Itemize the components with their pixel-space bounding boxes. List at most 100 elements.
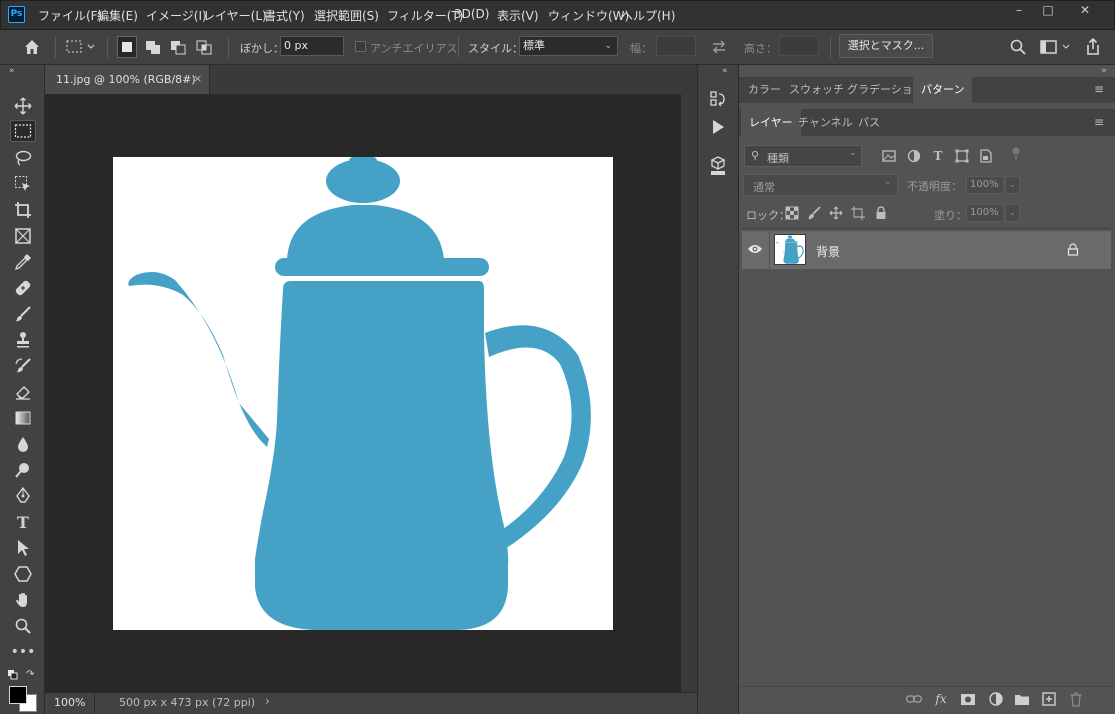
brush-tool-icon[interactable] (10, 303, 36, 325)
menu-view[interactable]: 表示(V) (497, 7, 539, 24)
new-selection-button[interactable] (117, 36, 137, 58)
menu-edit[interactable]: 編集(E) (97, 7, 138, 24)
eraser-tool-icon[interactable] (10, 381, 36, 403)
new-layer-icon[interactable] (1040, 690, 1058, 708)
lock-artboard-icon[interactable] (851, 206, 865, 220)
workspace-icon[interactable] (1039, 38, 1073, 56)
move-tool-icon[interactable] (10, 95, 36, 117)
document-tab[interactable]: 11.jpg @ 100% (RGB/8#) × (45, 65, 210, 94)
default-colors-icon[interactable] (8, 670, 18, 680)
close-icon[interactable]: ✕ (1072, 3, 1098, 19)
blend-mode-select[interactable]: 通常 ⌄ (743, 174, 898, 196)
actions-play-icon[interactable] (708, 117, 728, 137)
tab-patterns[interactable]: パターン (913, 77, 973, 103)
menu-layer[interactable]: レイヤー(L) (203, 7, 267, 24)
collapse-dock-icon[interactable]: « (722, 66, 728, 76)
fx-icon[interactable]: fx (932, 690, 950, 708)
add-mask-icon[interactable] (959, 690, 977, 708)
path-selection-tool-icon[interactable] (10, 537, 36, 559)
style-select[interactable]: 標準 ⌄ (519, 36, 618, 56)
object-selection-tool-icon[interactable] (10, 173, 36, 195)
menu-3d[interactable]: 3D(D) (454, 7, 489, 21)
clone-stamp-tool-icon[interactable] (10, 329, 36, 351)
fill-input[interactable]: 100% (966, 204, 1004, 222)
height-input[interactable] (779, 36, 819, 56)
filter-pixel-icon[interactable] (881, 148, 897, 164)
filter-adjustment-icon[interactable] (906, 148, 922, 164)
subtract-selection-button[interactable] (168, 36, 188, 58)
properties-3d-icon[interactable] (708, 155, 728, 177)
fill-dropdown-icon[interactable]: ⌄ (1005, 204, 1020, 222)
blend-mode-value: 通常 (753, 181, 775, 194)
pen-tool-icon[interactable] (10, 485, 36, 507)
menu-image[interactable]: イメージ(I) (146, 7, 207, 24)
blur-tool-icon[interactable] (10, 433, 36, 455)
menu-help[interactable]: ヘルプ(H) (621, 7, 675, 24)
antialias-checkbox[interactable] (355, 41, 366, 52)
menu-filter[interactable]: フィルター(T) (387, 7, 463, 24)
vertical-scrollbar[interactable] (681, 94, 697, 692)
close-tab-icon[interactable]: × (193, 72, 202, 85)
link-layers-icon[interactable] (905, 690, 923, 708)
swap-dimensions-icon[interactable] (710, 38, 728, 56)
separator (458, 36, 459, 58)
type-tool-icon[interactable]: T (10, 511, 36, 533)
eyedropper-tool-icon[interactable] (10, 251, 36, 273)
menu-file[interactable]: ファイル(F) (38, 7, 102, 24)
shape-tool-icon[interactable] (10, 563, 36, 585)
filter-shape-icon[interactable] (954, 148, 970, 164)
minimize-icon[interactable]: – (1006, 3, 1032, 19)
hand-tool-icon[interactable] (10, 589, 36, 611)
maximize-icon[interactable]: □ (1035, 3, 1061, 19)
crop-tool-icon[interactable] (10, 199, 36, 221)
layer-filter-select[interactable]: ⚲ 種類 ⌄ (744, 145, 862, 167)
new-group-icon[interactable] (1013, 690, 1031, 708)
marquee-preset-icon[interactable] (65, 38, 97, 56)
tab-paths[interactable]: パス (850, 109, 888, 136)
intersect-selection-button[interactable] (194, 36, 214, 58)
menu-type[interactable]: 書式(Y) (264, 7, 305, 24)
lock-all-icon[interactable] (874, 206, 888, 220)
new-adjustment-layer-icon[interactable] (987, 690, 1005, 708)
width-label: 幅： (630, 42, 652, 55)
filter-smart-object-icon[interactable] (978, 148, 994, 164)
filter-type-icon[interactable]: T (930, 148, 946, 164)
zoom-level[interactable]: 100% (54, 696, 85, 709)
filter-toggle-icon[interactable] (1011, 147, 1021, 161)
healing-brush-tool-icon[interactable] (10, 277, 36, 299)
lasso-tool-icon[interactable] (10, 147, 36, 169)
menu-select[interactable]: 選択範囲(S) (314, 7, 379, 24)
history-icon[interactable] (708, 89, 728, 109)
delete-layer-icon[interactable] (1067, 690, 1085, 708)
layer-name[interactable]: 背景 (816, 243, 840, 260)
lock-position-icon[interactable] (829, 206, 843, 220)
chevron-right-icon[interactable]: › (265, 694, 270, 708)
share-icon[interactable] (1084, 37, 1102, 57)
gradient-tool-icon[interactable] (10, 407, 36, 429)
foreground-color-swatch[interactable] (9, 686, 27, 704)
layers-panel-menu-icon[interactable]: ≡ (1094, 115, 1104, 129)
swap-colors-icon[interactable]: ↷ (26, 669, 37, 680)
dodge-tool-icon[interactable] (10, 459, 36, 481)
panel-menu-icon[interactable]: ≡ (1094, 82, 1104, 96)
home-icon[interactable] (22, 37, 42, 57)
collapse-panels-icon[interactable]: » (1101, 66, 1107, 76)
zoom-tool-icon[interactable] (10, 615, 36, 637)
opacity-input[interactable]: 100% (966, 176, 1004, 194)
lock-transparent-icon[interactable] (785, 206, 799, 220)
lock-image-pixels-icon[interactable] (807, 206, 821, 220)
image-canvas[interactable] (113, 157, 613, 630)
frame-tool-icon[interactable] (10, 225, 36, 247)
collapse-toolbar-icon[interactable]: » (9, 66, 15, 76)
feather-input[interactable]: 0 px (280, 36, 344, 56)
visibility-eye-icon[interactable] (747, 243, 763, 255)
history-brush-tool-icon[interactable] (10, 355, 36, 377)
width-input[interactable] (656, 36, 696, 56)
add-selection-button[interactable] (143, 36, 163, 58)
more-tools-icon[interactable]: ••• (10, 641, 36, 663)
marquee-tool-icon[interactable] (10, 120, 36, 142)
search-icon[interactable] (1009, 38, 1027, 56)
select-and-mask-button[interactable]: 選択とマスク... (839, 34, 933, 58)
menu-window[interactable]: ウィンドウ(W) (548, 7, 629, 24)
opacity-dropdown-icon[interactable]: ⌄ (1005, 176, 1020, 194)
